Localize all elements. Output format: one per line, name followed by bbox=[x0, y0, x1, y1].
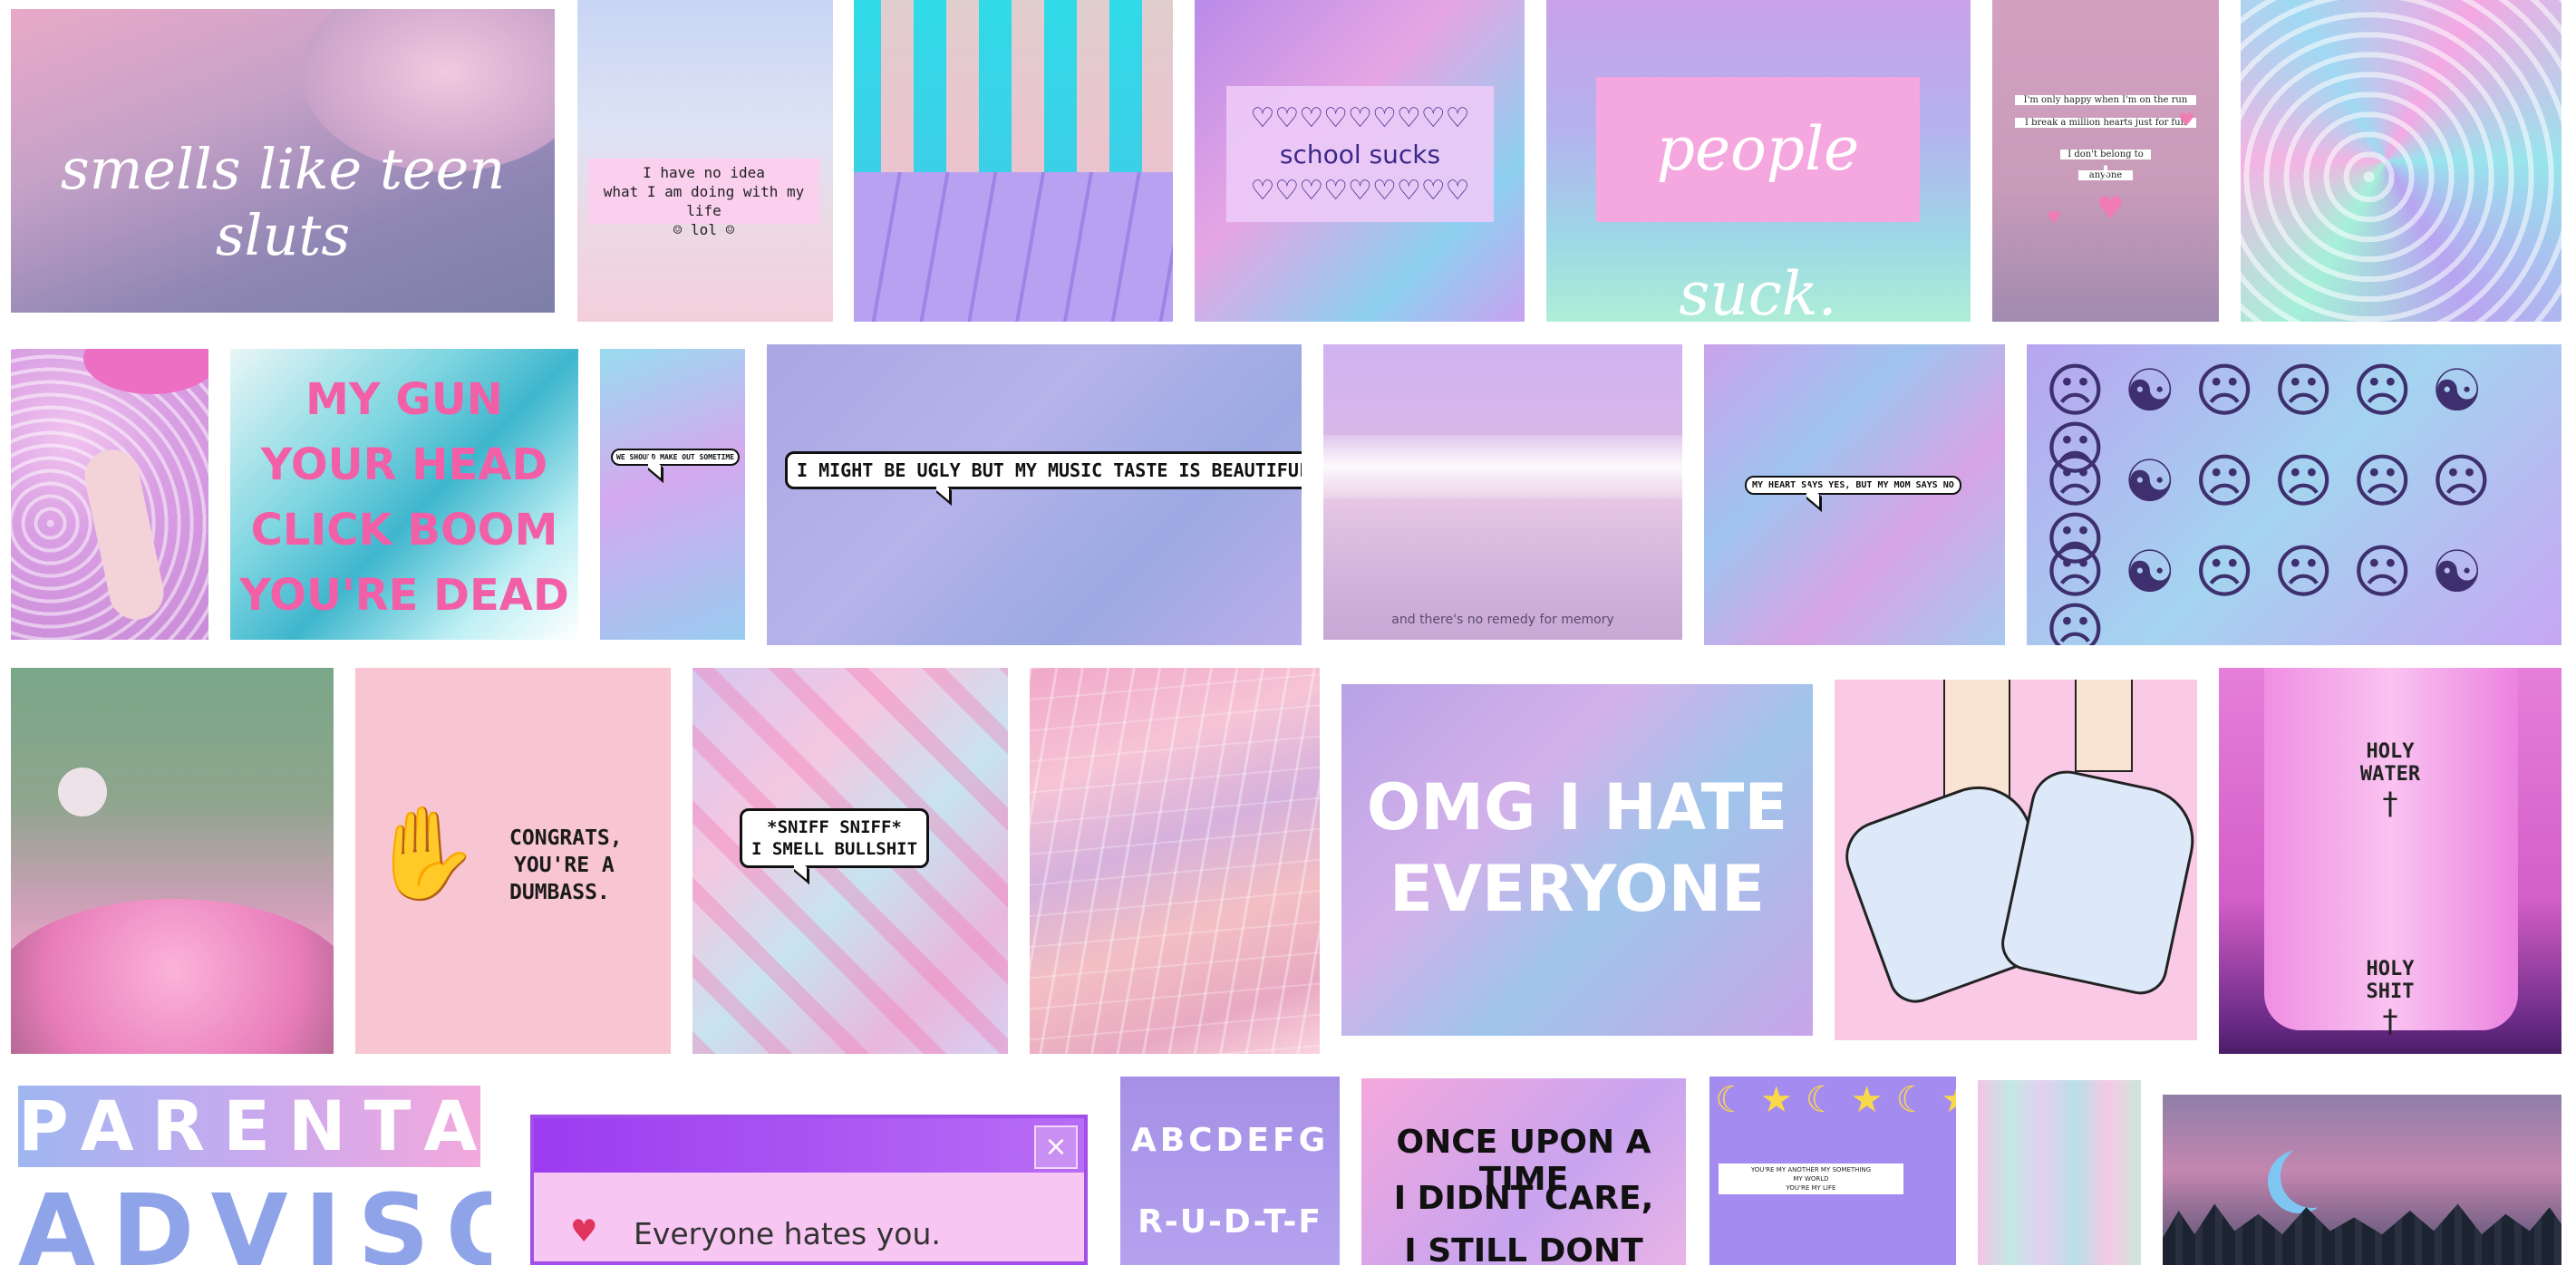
speech-bubble: WE SHOULD MAKE OUT SOMETIME bbox=[611, 449, 741, 466]
image-tile-emoji-pattern[interactable]: ☹ ☯ ☹ ☹ ☹ ☯ ☹ ☹ ☯ ☹ ☹ ☹ ☹ ☹ ☹ ☯ ☹ ☹ ☹ ☯ … bbox=[2027, 344, 2561, 645]
image-tile-moon-clouds[interactable] bbox=[11, 668, 334, 1054]
image-tile-my-gun[interactable]: MY GUN YOUR HEAD CLICK BOOM YOU'RE DEAD bbox=[230, 349, 578, 640]
image-tile-congrats-dumbass[interactable]: ✋ CONGRATS, YOU'RE A DUMBASS. bbox=[355, 668, 671, 1054]
image-tile-ugly-music-taste[interactable]: I MIGHT BE UGLY BUT MY MUSIC TASTE IS BE… bbox=[767, 344, 1302, 645]
image-tile-once-upon-a-time[interactable]: ONCE UPON A TIME I DIDNT CARE, I STILL D… bbox=[1361, 1078, 1686, 1265]
image-tile-no-idea[interactable]: I have no idea what I am doing with my l… bbox=[577, 0, 833, 322]
sad-face-icon: ☹ ☯ ☹ ☹ ☹ ☯ ☹ bbox=[2045, 539, 2484, 645]
image-tile-error-dialog[interactable]: × ♥ Everyone hates you. bbox=[530, 1115, 1088, 1265]
caption-line: YOUR HEAD bbox=[260, 439, 548, 490]
leg-right bbox=[2075, 680, 2133, 772]
caption-box: ♡♡♡♡♡♡♡♡♡ school sucks ♡♡♡♡♡♡♡♡♡ bbox=[1226, 86, 1494, 222]
image-tile-hand-bubbles[interactable] bbox=[11, 349, 208, 640]
caption-line: YOU'RE A bbox=[514, 854, 615, 877]
caption-line: MY WORLD bbox=[1793, 1175, 1829, 1183]
hand-icon: ✋ bbox=[368, 800, 481, 906]
tree-silhouettes bbox=[2163, 1203, 2561, 1265]
sneaker-right bbox=[1996, 764, 2197, 999]
image-tile-moon-star-pattern[interactable]: ☾★☾★☾★☾★☾★☾★☾★☾★☾★☾★☾★ YOU'RE MY ANOTHER… bbox=[1709, 1077, 1956, 1265]
image-tile-waves[interactable]: and there's no remedy for memory bbox=[1323, 344, 1682, 640]
caption-line: ! bbox=[2100, 163, 2111, 186]
heart-icon: ♥ bbox=[570, 1213, 598, 1250]
caption-line: MY GUN bbox=[305, 374, 503, 425]
dialog-titlebar bbox=[534, 1118, 1084, 1173]
heart-icon: ♥ bbox=[2097, 190, 2125, 227]
caption-line: I break a million hearts just for fun bbox=[2015, 118, 2196, 128]
image-tile-holographic-gradient[interactable] bbox=[1978, 1080, 2141, 1265]
caption-line: YOU'RE DEAD bbox=[239, 570, 569, 621]
image-tile-sniff-sniff[interactable]: *SNIFF SNIFF* I SMELL BULLSHIT bbox=[692, 668, 1008, 1054]
striped-body bbox=[854, 172, 1173, 322]
image-tile-heart-says-yes[interactable]: MY HEART SAYS YES, BUT MY MOM SAYS NO bbox=[1704, 344, 2005, 645]
pink-cloud bbox=[11, 899, 334, 1054]
moon-icon bbox=[2281, 1144, 2344, 1208]
leg-left bbox=[1943, 680, 2010, 799]
tile-caption: and there's no remedy for memory bbox=[1391, 613, 1614, 627]
caption-line: ☺ lol ☺ bbox=[673, 221, 735, 238]
image-tile-marble-swirl[interactable] bbox=[2241, 0, 2561, 322]
swirl-overlay bbox=[2241, 0, 2561, 322]
caption-line: SHIT bbox=[2366, 980, 2415, 1003]
caption-line: R-U-D-T-F bbox=[1138, 1203, 1322, 1241]
cross-icon: † bbox=[2382, 786, 2398, 822]
caption-line: I STILL DONT bbox=[1404, 1232, 1643, 1265]
image-tile-cyan-hair-faces[interactable] bbox=[854, 0, 1173, 322]
hearts-line: ♡♡♡♡♡♡♡♡♡ bbox=[1250, 102, 1470, 134]
face-art bbox=[854, 0, 1173, 172]
caption-line: YOU'RE MY ANOTHER MY SOMETHING bbox=[1750, 1166, 1872, 1173]
speech-bubble: I MIGHT BE UGLY BUT MY MUSIC TASTE IS BE… bbox=[785, 451, 1302, 489]
bubble-line: I SMELL BULLSHIT bbox=[751, 839, 918, 859]
caption-line: HOLY bbox=[2366, 740, 2415, 763]
image-tile-holographic-foil[interactable] bbox=[1030, 668, 1320, 1054]
wave-foam bbox=[1323, 435, 1682, 498]
caption-line: DUMBASS. bbox=[509, 881, 610, 904]
image-tile-hearts-quote[interactable]: I'm only happy when I'm on the run I bre… bbox=[1992, 0, 2219, 322]
image-tile-people-suck[interactable]: people suck. bbox=[1546, 0, 1971, 322]
caption-line: school sucks bbox=[1279, 140, 1441, 169]
dialog-message: Everyone hates you. bbox=[634, 1216, 941, 1251]
caption-line: CLICK BOOM bbox=[250, 505, 558, 555]
caption-line: ADVISORY bbox=[18, 1173, 491, 1265]
image-tile-parental-advisory[interactable]: PARENTAL ADVISORY bbox=[11, 1078, 491, 1265]
image-tile-omg-i-hate-everyone[interactable]: OMG I HATE EVERYONE bbox=[1341, 684, 1813, 1036]
caption-line: I have no idea bbox=[643, 164, 765, 181]
caption-line: EVERYONE bbox=[1390, 852, 1765, 926]
tile-caption: smells like teen sluts bbox=[60, 136, 506, 268]
cross-icon: † bbox=[2382, 1003, 2398, 1039]
caption-line: OMG I HATE bbox=[1366, 770, 1788, 845]
caption-line: CONGRATS, bbox=[509, 826, 623, 850]
hearts-line: ♡♡♡♡♡♡♡♡♡ bbox=[1250, 175, 1470, 207]
image-tile-school-sucks[interactable]: ♡♡♡♡♡♡♡♡♡ school sucks ♡♡♡♡♡♡♡♡♡ bbox=[1195, 0, 1525, 322]
speech-bubble: MY HEART SAYS YES, BUT MY MOM SAYS NO bbox=[1745, 476, 1961, 495]
caption-line: PARENTAL bbox=[18, 1086, 491, 1167]
image-tile-sneakers[interactable] bbox=[1835, 680, 2197, 1040]
heart-icon: ♥ bbox=[2178, 109, 2194, 130]
caption-line: I DIDNT CARE, bbox=[1393, 1180, 1654, 1217]
foil-creases bbox=[1030, 668, 1320, 1054]
moon-icon bbox=[58, 768, 107, 816]
caption-line: what I am doing with my life bbox=[603, 183, 805, 219]
heart-icon: ♥ bbox=[2047, 208, 2062, 227]
caption-box: people suck. bbox=[1596, 77, 1920, 322]
image-tile-smells-like-teen-sluts[interactable]: smells like teen sluts bbox=[11, 9, 555, 313]
caption-line: WATER bbox=[2359, 763, 2421, 786]
image-tile-make-out[interactable]: WE SHOULD MAKE OUT SOMETIME bbox=[600, 349, 745, 640]
caption-line: I'm only happy when I'm on the run bbox=[2015, 95, 2196, 105]
image-tile-abcdefg[interactable]: ABCDEFG R-U-D-T-F bbox=[1120, 1077, 1340, 1265]
caption-line: YOU'RE MY LIFE bbox=[1786, 1184, 1836, 1192]
speech-bubble: *SNIFF SNIFF* I SMELL BULLSHIT bbox=[740, 808, 930, 868]
caption-line: I don't belong to bbox=[2060, 150, 2151, 159]
caption-box: I have no idea what I am doing with my l… bbox=[588, 159, 819, 238]
close-icon[interactable]: × bbox=[1034, 1125, 1078, 1169]
caption-line: HOLY bbox=[2366, 958, 2415, 980]
image-tile-holy-water[interactable]: HOLY WATER † HOLY SHIT † bbox=[2219, 668, 2561, 1054]
caption-box: YOU'RE MY ANOTHER MY SOMETHING MY WORLD … bbox=[1719, 1164, 1903, 1194]
caption-line: ABCDEFG bbox=[1130, 1122, 1330, 1159]
image-tile-moon-forest[interactable] bbox=[2163, 1095, 2561, 1265]
bubble-line: *SNIFF SNIFF* bbox=[767, 817, 902, 837]
